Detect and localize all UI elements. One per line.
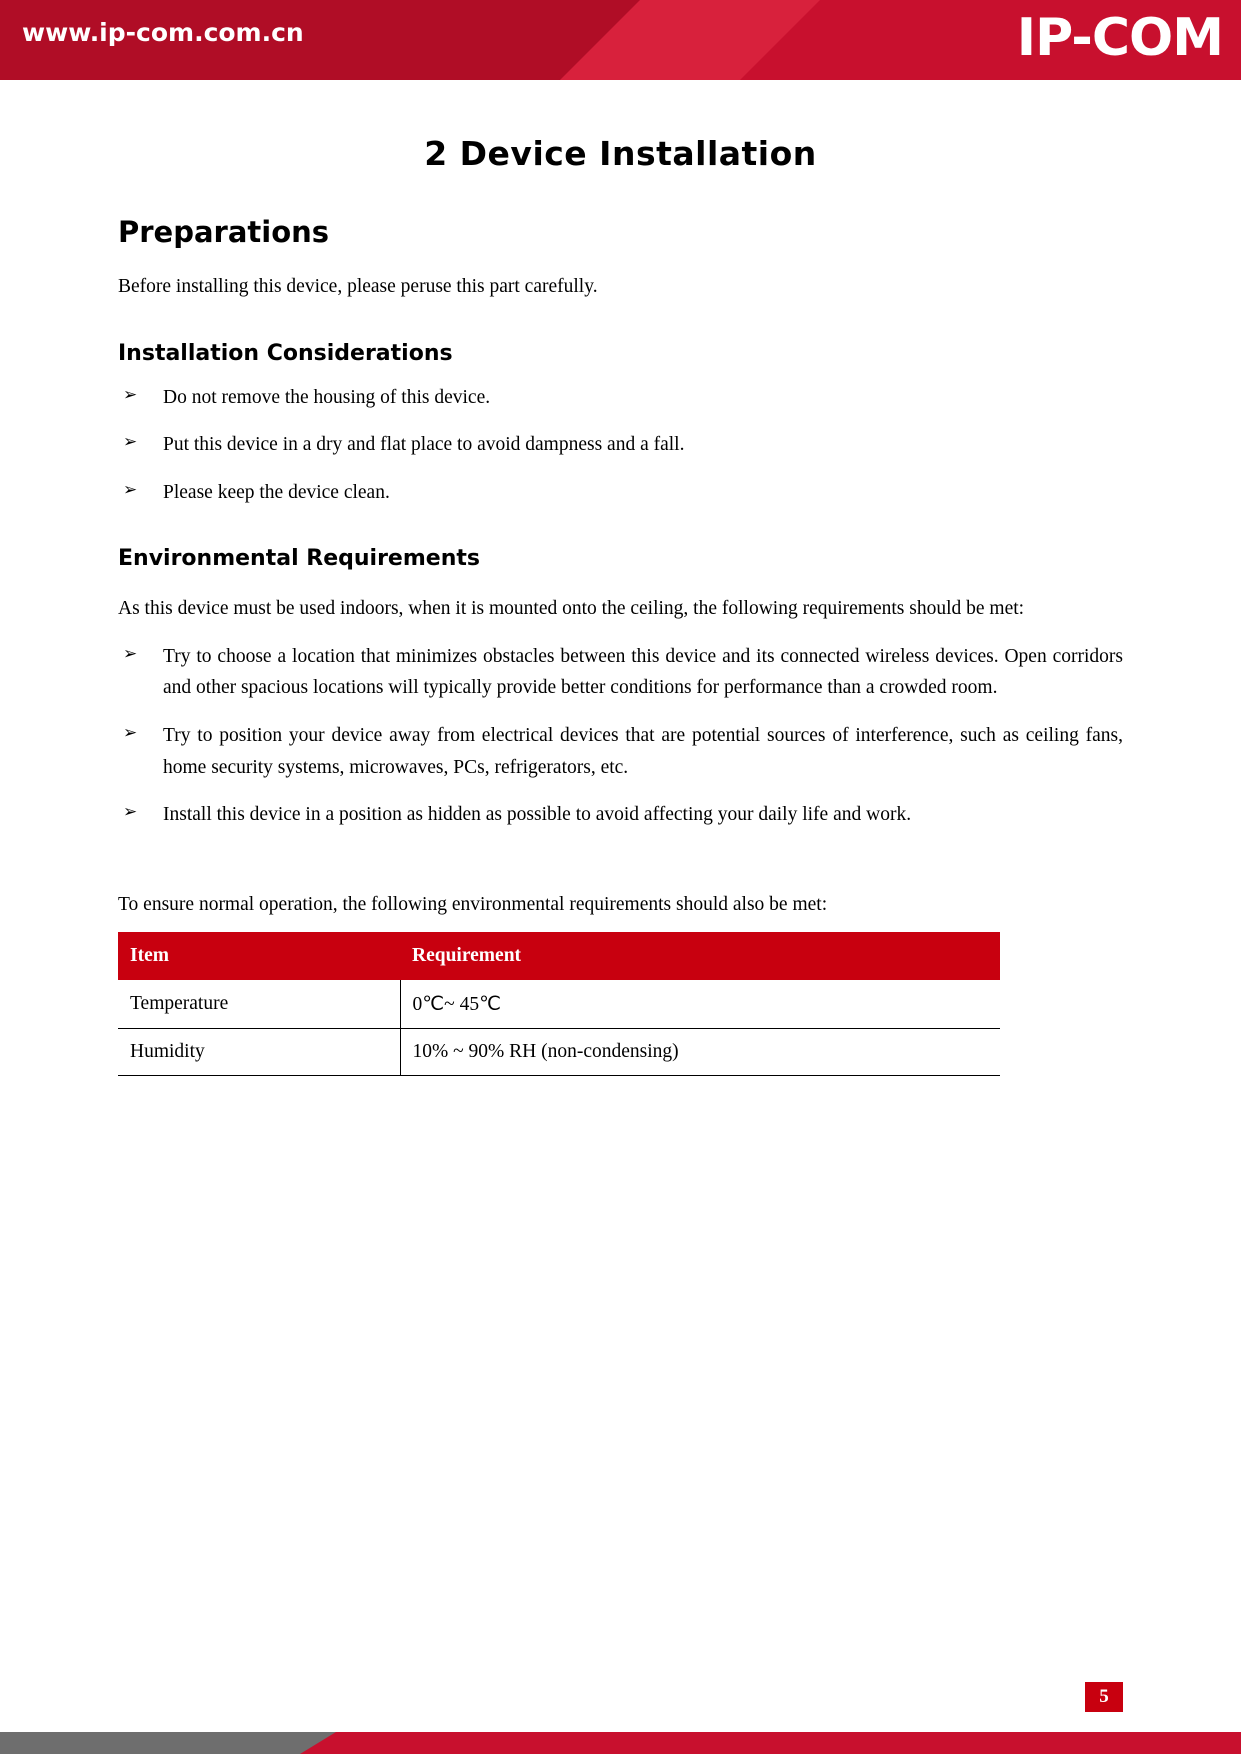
list-item: ➢ Try to position your device away from … bbox=[118, 720, 1123, 783]
document-page: 2 Device Installation Preparations Befor… bbox=[0, 134, 1241, 1077]
table-header-requirement: Requirement bbox=[400, 932, 1000, 981]
table-row: Humidity 10% ~ 90% RH (non-condensing) bbox=[118, 1028, 1000, 1077]
table-row: Temperature 0℃~ 45℃ bbox=[118, 980, 1000, 1030]
table-header-row: Item Requirement bbox=[118, 932, 1000, 981]
page-header-banner: www.ip-com.com.cn IP-COM bbox=[0, 0, 1241, 80]
footer-red-bar bbox=[300, 1732, 1241, 1754]
list-item: ➢ Try to choose a location that minimize… bbox=[118, 641, 1123, 704]
environmental-intro-paragraph: As this device must be used indoors, whe… bbox=[118, 598, 1025, 620]
bullet-arrow-icon: ➢ bbox=[123, 643, 138, 664]
list-item-text: Put this device in a dry and flat place … bbox=[163, 434, 685, 456]
bullet-arrow-icon: ➢ bbox=[123, 479, 138, 500]
bullet-arrow-icon: ➢ bbox=[123, 384, 138, 405]
list-item: ➢ Do not remove the housing of this devi… bbox=[118, 382, 1123, 414]
list-item-text: Install this device in a position as hid… bbox=[163, 804, 912, 826]
page-number-badge: 5 bbox=[1085, 1682, 1123, 1712]
list-item-text: Try to choose a location that minimizes … bbox=[163, 645, 1123, 699]
bullet-arrow-icon: ➢ bbox=[123, 723, 138, 744]
list-item: ➢ Please keep the device clean. bbox=[118, 477, 1123, 509]
list-item: ➢ Put this device in a dry and flat plac… bbox=[118, 429, 1123, 461]
table-cell-item: Temperature bbox=[118, 980, 401, 1030]
table-cell-requirement: 10% ~ 90% RH (non-condensing) bbox=[400, 1028, 1000, 1077]
environmental-requirements-table: Item Requirement Temperature 0℃~ 45℃ Hum… bbox=[118, 932, 1000, 1077]
intro-paragraph: Before installing this device, please pe… bbox=[118, 276, 598, 297]
list-item-text: Try to position your device away from el… bbox=[163, 725, 1123, 778]
installation-considerations-list: ➢ Do not remove the housing of this devi… bbox=[118, 382, 1123, 509]
brand-logo-text: IP-COM bbox=[1016, 8, 1224, 68]
site-url-text: www.ip-com.com.cn bbox=[22, 18, 304, 47]
table-cell-requirement: 0℃~ 45℃ bbox=[400, 980, 1000, 1030]
subsection-title-environmental-requirements: Environmental Requirements bbox=[118, 546, 480, 572]
table-header-item: Item bbox=[118, 932, 400, 981]
table-cell-item: Humidity bbox=[118, 1028, 401, 1077]
subsection-title-installation-considerations: Installation Considerations bbox=[118, 340, 453, 366]
bullet-arrow-icon: ➢ bbox=[123, 432, 138, 453]
table-intro-paragraph: To ensure normal operation, the followin… bbox=[118, 893, 828, 915]
section-title-preparations: Preparations bbox=[118, 215, 330, 249]
list-item-text: Please keep the device clean. bbox=[163, 481, 390, 503]
bullet-arrow-icon: ➢ bbox=[123, 802, 138, 823]
list-item: ➢ Install this device in a position as h… bbox=[118, 799, 1123, 831]
page-footer-banner bbox=[0, 1714, 1241, 1754]
list-item-text: Do not remove the housing of this device… bbox=[163, 386, 491, 408]
environmental-requirements-list: ➢ Try to choose a location that minimize… bbox=[118, 641, 1123, 831]
chapter-title: 2 Device Installation bbox=[424, 134, 817, 173]
